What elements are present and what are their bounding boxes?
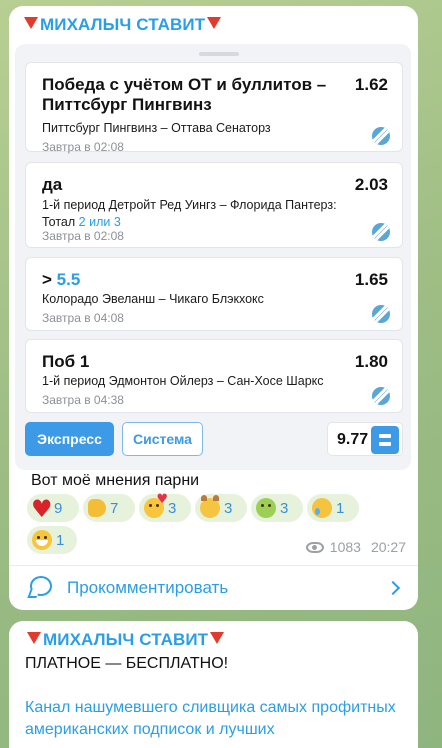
bet-title: Поб 1 <box>42 352 90 371</box>
comment-bubble-icon <box>30 576 52 596</box>
comment-label: Прокомментировать <box>67 578 229 597</box>
bet-card: да 2.03 1-й период Детройт Ред Уингз – Ф… <box>25 162 403 248</box>
reaction-crying[interactable]: 1 <box>307 494 359 522</box>
reaction-count: 3 <box>224 499 233 517</box>
bet-title: > 5.5 <box>42 270 342 290</box>
bet-title-text: > <box>42 270 52 289</box>
grinning-face-icon <box>32 530 52 550</box>
channel-name-text: МИХАЛЫЧ СТАВИТ <box>40 15 206 34</box>
bet-time: Завтра в 02:08 <box>42 229 124 243</box>
bet-title: Победа с учётом ОТ и буллитов – Питтсбур… <box>42 75 327 114</box>
bet-card: Победа с учётом ОТ и буллитов – Питтсбур… <box>25 62 403 154</box>
reaction-nauseated[interactable]: 3 <box>251 494 303 522</box>
bet-slip-icon <box>371 426 399 454</box>
drag-handle <box>199 52 239 56</box>
reaction-count: 7 <box>110 499 119 517</box>
bet-card: > 5.5 1.65 Колорадо Эвеланш – Чикаго Блэ… <box>25 257 403 331</box>
system-button: Система <box>122 422 203 456</box>
reaction-count: 9 <box>54 499 63 517</box>
channel-name[interactable]: МИХАЛЫЧ СТАВИТ <box>25 630 226 650</box>
channel-post: МИХАЛЫЧ СТАВИТ ПЛАТНОЕ — БЕСПЛАТНО! Кана… <box>9 621 418 748</box>
eye-icon <box>305 541 324 553</box>
bet-event-highlight: 2 или 3 <box>78 215 121 229</box>
channel-name[interactable]: МИХАЛЫЧ СТАВИТ <box>22 15 223 35</box>
reaction-count: 1 <box>56 531 65 549</box>
total-odds: 9.77 <box>337 431 369 448</box>
message-link-text[interactable]: Канал нашумевшего сливщика самых профитн… <box>25 697 405 741</box>
bet-slip-screenshot[interactable]: Победа с учётом ОТ и буллитов – Питтсбур… <box>15 44 411 470</box>
bet-event: 1-й период Детройт Ред Уингз – Флорида П… <box>42 197 372 231</box>
thumbs-up-icon <box>88 499 106 517</box>
heart-icon <box>31 495 53 523</box>
hockey-puck-icon <box>372 305 390 323</box>
message-meta: 1083 20:27 <box>305 539 406 555</box>
bet-odds: 1.65 <box>354 270 388 289</box>
red-triangle-icon <box>27 632 41 644</box>
view-count: 1083 <box>329 539 361 555</box>
red-triangle-icon <box>24 17 38 29</box>
reaction-thumbs-up[interactable]: 7 <box>83 494 135 522</box>
channel-name-text: МИХАЛЫЧ СТАВИТ <box>43 630 209 649</box>
bet-odds: 1.62 <box>354 75 388 94</box>
reaction-count: 3 <box>168 499 177 517</box>
message-text: Вот моё мнения парни <box>31 472 200 489</box>
crying-face-icon <box>312 498 332 518</box>
red-triangle-icon <box>207 17 222 29</box>
total-odds-box: 9.77 <box>327 422 403 456</box>
hockey-puck-icon <box>372 387 390 405</box>
reaction-heart[interactable]: 9 <box>27 494 79 523</box>
bet-event: Питтсбург Пингвинз – Оттава Сенаторз <box>42 121 271 135</box>
message-time: 20:27 <box>370 539 406 555</box>
bet-event: Колорадо Эвеланш – Чикаго Блэкхокс <box>42 292 264 306</box>
bet-time: Завтра в 04:08 <box>42 311 124 325</box>
bet-odds: 2.03 <box>354 175 388 194</box>
hockey-puck-icon <box>372 223 390 241</box>
bet-card: Поб 1 1.80 1-й период Эдмонтон Ойлерз – … <box>25 339 403 413</box>
bet-title-highlight: 5.5 <box>56 270 81 289</box>
comment-button[interactable]: Прокомментировать <box>9 566 418 610</box>
message-headline: ПЛАТНОЕ — БЕСПЛАТНО! <box>25 655 229 672</box>
chevron-right-icon <box>385 580 401 596</box>
smiling-face-with-hearts-icon <box>144 492 168 518</box>
express-button: Экспресс <box>25 422 114 456</box>
channel-post: МИХАЛЫЧ СТАВИТ Победа с учётом ОТ и булл… <box>9 6 418 610</box>
reaction-devil[interactable]: 3 <box>195 494 247 522</box>
bet-time: Завтра в 02:08 <box>42 140 124 154</box>
reaction-smiling-hearts[interactable]: 3 <box>139 492 191 522</box>
red-triangle-icon <box>210 632 225 644</box>
reaction-count: 1 <box>336 499 345 517</box>
bet-event: 1-й период Эдмонтон Ойлерз – Сан-Хосе Ша… <box>42 374 324 388</box>
bet-title: да <box>42 175 63 194</box>
devil-face-icon <box>200 495 220 518</box>
bet-odds: 1.80 <box>354 352 388 371</box>
nauseated-face-icon <box>256 498 276 518</box>
reaction-grinning[interactable]: 1 <box>27 526 77 554</box>
reaction-count: 3 <box>280 499 289 517</box>
bet-time: Завтра в 04:38 <box>42 393 124 407</box>
hockey-puck-icon <box>372 127 390 145</box>
